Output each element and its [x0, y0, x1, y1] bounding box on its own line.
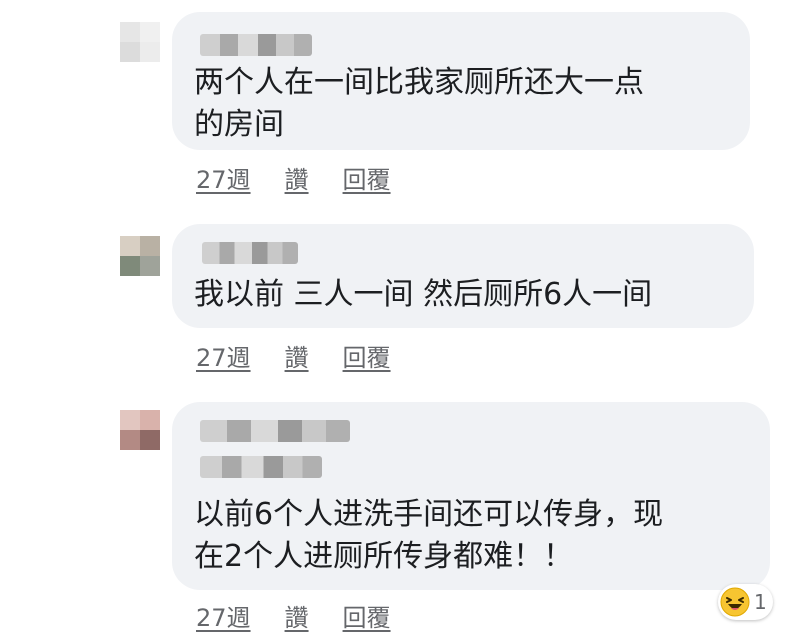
- comment-text-line: 两个人在一间比我家厕所还大一点: [194, 65, 644, 100]
- comment-bubble: 以前6个人进洗手间还可以传身，现 在2个人进厕所传身都难！！: [172, 402, 770, 590]
- comment-bubble: 我以前 三人一间 然后厕所6人一间: [172, 224, 754, 328]
- comment-bubble: 两个人在一间比我家厕所还大一点 的房间: [172, 12, 750, 150]
- commenter-name-secondary: [200, 456, 322, 478]
- reaction-summary[interactable]: 1: [718, 584, 773, 620]
- reaction-count: 1: [754, 590, 767, 614]
- commenter-name[interactable]: [202, 242, 298, 264]
- timestamp-link[interactable]: 27週: [196, 160, 251, 195]
- comment-text-line: 我以前 三人一间 然后厕所6人一间: [194, 277, 653, 312]
- comment-text-line: 在2个人进厕所传身都难！！: [194, 539, 574, 574]
- avatar[interactable]: [120, 410, 160, 450]
- comment-text-line: 以前6个人进洗手间还可以传身，现: [194, 497, 664, 532]
- timestamp-link[interactable]: 27週: [196, 338, 251, 373]
- like-button[interactable]: 讚: [285, 598, 309, 633]
- commenter-name[interactable]: [200, 34, 312, 56]
- comment-actions: 27週 讚 回覆: [196, 338, 391, 373]
- timestamp-link[interactable]: 27週: [196, 598, 251, 633]
- comment-actions: 27週 讚 回覆: [196, 598, 391, 633]
- reply-button[interactable]: 回覆: [343, 160, 391, 195]
- like-button[interactable]: 讚: [285, 338, 309, 373]
- laughing-emoji-icon: [720, 587, 750, 617]
- reply-button[interactable]: 回覆: [343, 598, 391, 633]
- commenter-name[interactable]: [200, 420, 350, 442]
- comment-actions: 27週 讚 回覆: [196, 160, 391, 195]
- reply-button[interactable]: 回覆: [343, 338, 391, 373]
- comment-text-line: 的房间: [194, 107, 284, 142]
- avatar[interactable]: [120, 22, 160, 62]
- avatar[interactable]: [120, 236, 160, 276]
- like-button[interactable]: 讚: [285, 160, 309, 195]
